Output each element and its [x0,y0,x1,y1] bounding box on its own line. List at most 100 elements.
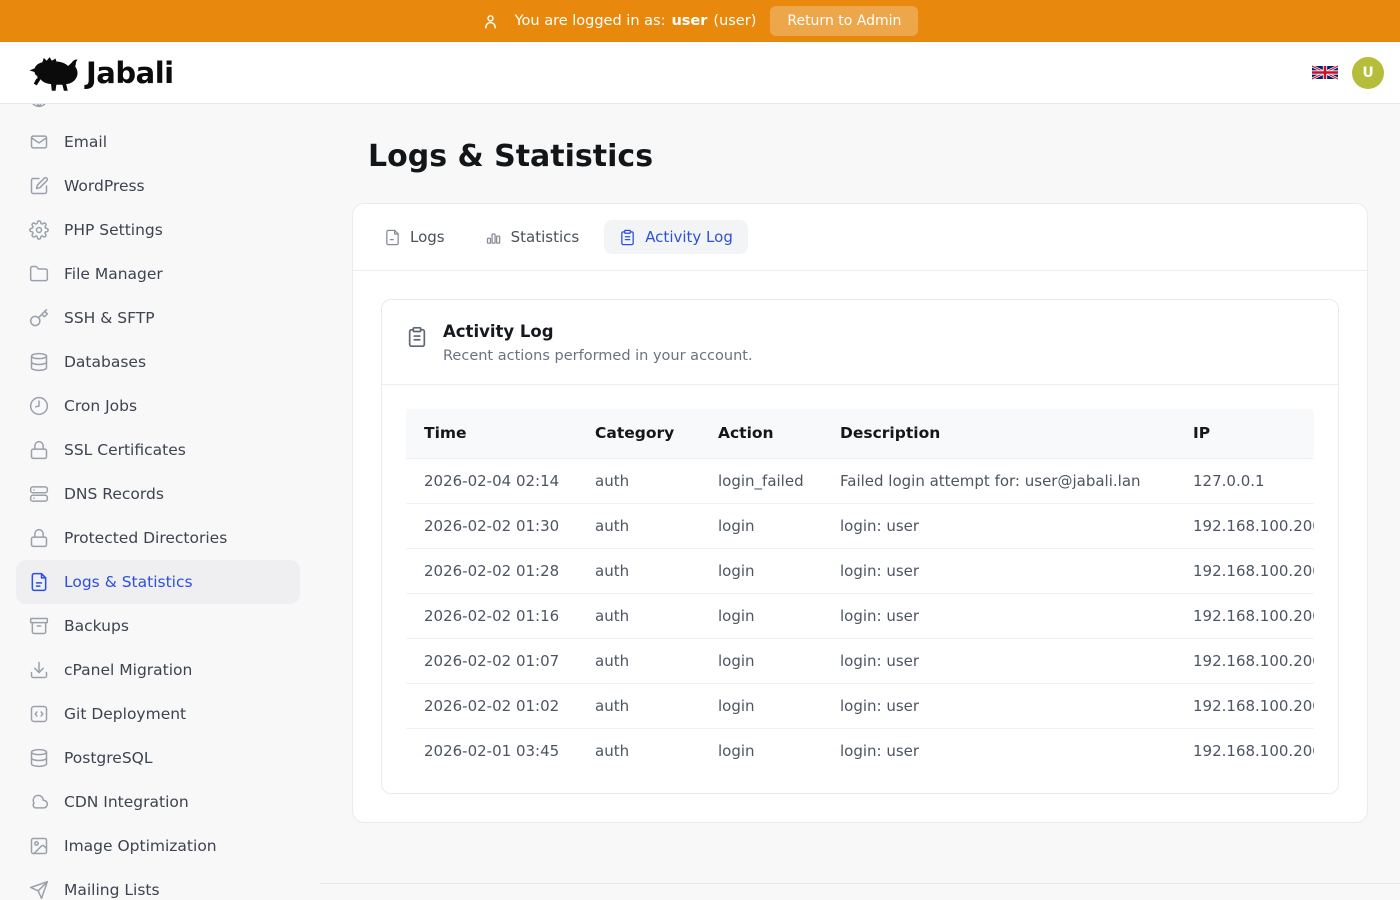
sidebar-item-cpanel-migration[interactable]: cPanel Migration [16,648,300,692]
jabali-boar-logo-icon [28,54,78,92]
tab-statistics[interactable]: Statistics [470,220,595,254]
main-content: Logs & Statistics Logs Statistics [320,104,1400,899]
lock-icon [29,440,49,460]
activity-log-card: Activity Log Recent actions performed in… [381,299,1339,794]
cell-ip: 192.168.100.200 [1175,548,1314,593]
sidebar-item-backups[interactable]: Backups [16,604,300,648]
cell-time: 2026-02-02 01:28 [406,548,577,593]
cell-action: login [700,638,822,683]
sidebar-item-wordpress[interactable]: WordPress [16,164,300,208]
logs-statistics-card: Logs Statistics Activity Log [352,203,1368,823]
folder-icon [29,264,49,284]
cell-time: 2026-02-01 03:45 [406,728,577,773]
file-icon [384,229,401,246]
cell-category: auth [577,503,700,548]
page-title: Logs & Statistics [368,139,1368,175]
sidebar-item-cdn-integration[interactable]: CDN Integration [16,780,300,824]
cell-action: login [700,728,822,773]
database-icon [29,352,49,372]
impersonation-bar: You are logged in as: user (user) Return… [0,0,1400,42]
cell-time: 2026-02-02 01:02 [406,683,577,728]
cell-action: login_failed [700,458,822,503]
cell-description: login: user [822,683,1175,728]
cell-category: auth [577,728,700,773]
column-header-description[interactable]: Description [822,409,1175,458]
image-icon [29,836,49,856]
server-icon [29,484,49,504]
sidebar-item-protected-directories[interactable]: Protected Directories [16,516,300,560]
edit-icon [29,176,49,196]
cell-action: login [700,548,822,593]
user-icon [482,13,499,30]
send-icon [29,880,49,899]
clipboard-icon [406,326,428,348]
clock-icon [29,396,49,416]
table-row: 2026-02-04 02:14 auth login_failed Faile… [406,458,1314,503]
gear-icon [29,220,49,240]
cell-description: login: user [822,728,1175,773]
cell-ip: 192.168.100.200 [1175,683,1314,728]
cell-time: 2026-02-02 01:30 [406,503,577,548]
column-header-time[interactable]: Time [406,409,577,458]
cell-category: auth [577,683,700,728]
uk-flag-icon[interactable] [1312,64,1338,81]
database-icon [29,748,49,768]
sidebar-item-ssh-sftp[interactable]: SSH & SFTP [16,296,300,340]
lock-icon [29,528,49,548]
sidebar-item-email[interactable]: Email [16,120,300,164]
footer-divider [320,883,1400,900]
table-row: 2026-02-02 01:16 auth login login: user … [406,593,1314,638]
cell-action: login [700,593,822,638]
sidebar-item-partial[interactable] [16,104,300,120]
column-header-ip[interactable]: IP [1175,409,1314,458]
sidebar: Email WordPress PHP Settings Fil [0,104,320,899]
cell-category: auth [577,593,700,638]
return-to-admin-button[interactable]: Return to Admin [770,6,918,36]
globe-icon [29,104,49,108]
cell-category: auth [577,548,700,593]
tab-logs[interactable]: Logs [369,220,460,254]
bar-chart-icon [485,229,502,246]
sidebar-item-php-settings[interactable]: PHP Settings [16,208,300,252]
tab-activity-log[interactable]: Activity Log [604,220,748,254]
cell-action: login [700,503,822,548]
cell-action: login [700,683,822,728]
mail-icon [29,132,49,152]
sidebar-item-postgresql[interactable]: PostgreSQL [16,736,300,780]
key-icon [29,308,49,328]
cell-time: 2026-02-02 01:07 [406,638,577,683]
cell-category: auth [577,638,700,683]
table-row: 2026-02-02 01:30 auth login login: user … [406,503,1314,548]
sidebar-item-file-manager[interactable]: File Manager [16,252,300,296]
cell-description: login: user [822,503,1175,548]
sidebar-item-mailing-lists[interactable]: Mailing Lists [16,868,300,899]
column-header-action[interactable]: Action [700,409,822,458]
clipboard-icon [619,229,636,246]
sidebar-item-logs-statistics[interactable]: Logs & Statistics [16,560,300,604]
column-header-category[interactable]: Category [577,409,700,458]
sidebar-item-ssl-certificates[interactable]: SSL Certificates [16,428,300,472]
sidebar-item-image-optimization[interactable]: Image Optimization [16,824,300,868]
card-subtitle: Recent actions performed in your account… [443,348,753,364]
code-icon [29,704,49,724]
sidebar-item-databases[interactable]: Databases [16,340,300,384]
app-header: Jabali U [0,42,1400,104]
cloud-icon [29,792,49,812]
cell-description: login: user [822,548,1175,593]
username: user [671,13,707,29]
sidebar-item-dns-records[interactable]: DNS Records [16,472,300,516]
brand[interactable]: Jabali [28,54,174,92]
cell-description: Failed login attempt for: user@jabali.la… [822,458,1175,503]
table-row: 2026-02-02 01:07 auth login login: user … [406,638,1314,683]
table-row: 2026-02-02 01:02 auth login login: user … [406,683,1314,728]
cell-time: 2026-02-04 02:14 [406,458,577,503]
cell-time: 2026-02-02 01:16 [406,593,577,638]
sidebar-item-git-deployment[interactable]: Git Deployment [16,692,300,736]
sidebar-item-cron-jobs[interactable]: Cron Jobs [16,384,300,428]
cell-ip: 192.168.100.200 [1175,593,1314,638]
download-icon [29,660,49,680]
table-header-row: TimeCategoryActionDescriptionIP [406,409,1314,458]
table-row: 2026-02-02 01:28 auth login login: user … [406,548,1314,593]
cell-ip: 192.168.100.200 [1175,638,1314,683]
avatar[interactable]: U [1352,57,1384,89]
